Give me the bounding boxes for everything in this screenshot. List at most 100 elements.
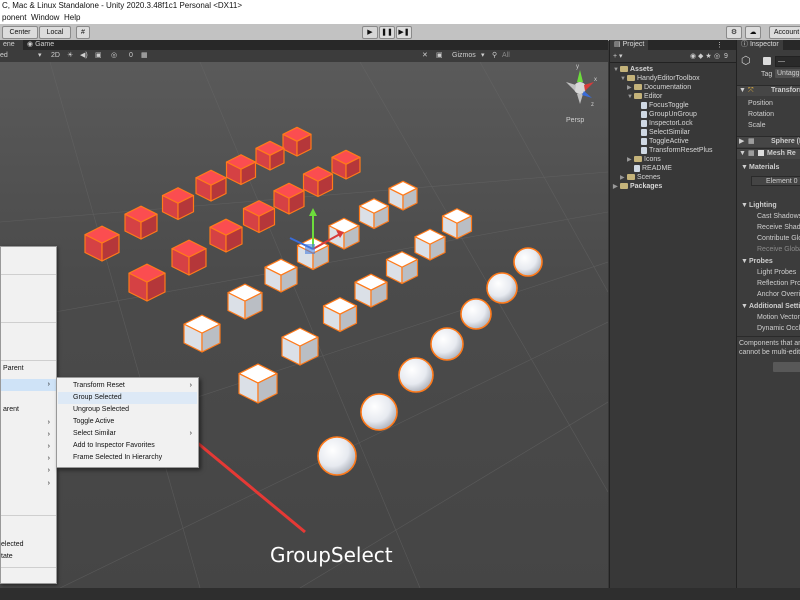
account-button[interactable]: Account <box>769 26 800 39</box>
red-cube[interactable] <box>282 126 312 157</box>
white-cube[interactable] <box>227 283 263 320</box>
tab-scene[interactable]: ene <box>0 40 23 50</box>
grid-snap-button[interactable]: # <box>76 26 90 39</box>
cloud-button[interactable]: ☁ <box>745 26 761 39</box>
menu-item-window[interactable]: Window <box>31 12 59 24</box>
add-component-button[interactable] <box>773 362 800 372</box>
shading-dropdown-arrow-icon[interactable]: ▾ <box>38 51 42 60</box>
white-cube[interactable] <box>322 297 358 333</box>
white-cube[interactable] <box>414 228 446 261</box>
element-0-field[interactable]: Element 0 <box>751 176 800 186</box>
gizmos-dropdown[interactable]: Gizmos <box>452 51 476 60</box>
context-item-submenu-f[interactable]: › <box>1 478 56 490</box>
foldout-icon[interactable]: ▼ <box>739 86 746 95</box>
submenu-item-ungroup-selected[interactable]: Ungroup Selected <box>57 404 198 416</box>
red-cube[interactable] <box>331 149 361 180</box>
pause-button[interactable]: ❚❚ <box>379 26 395 39</box>
lighting-icon[interactable]: ☀ <box>67 51 73 60</box>
tree-item-inspectorlock[interactable]: InspectorLock <box>641 119 693 128</box>
tools-icon[interactable]: ✕ <box>422 51 428 60</box>
white-cube[interactable] <box>385 251 419 285</box>
orientation-gizmo[interactable]: y x z <box>566 64 597 108</box>
context-item-selected[interactable]: elected <box>1 539 56 551</box>
collapse-icon[interactable]: ▶ <box>627 156 634 165</box>
play-button[interactable]: ▶ <box>362 26 378 39</box>
white-cube[interactable] <box>264 258 298 293</box>
pivot-center-button[interactable]: Center <box>2 26 38 39</box>
context-item-submenu-c[interactable]: › <box>1 441 56 453</box>
submenu-item-transform-reset[interactable]: Transform Reset › <box>57 380 198 392</box>
tag-dropdown[interactable]: Untagg <box>775 69 800 78</box>
foldout-icon[interactable]: ▼ <box>741 201 748 210</box>
expand-icon[interactable]: ▼ <box>627 93 634 102</box>
sphere[interactable] <box>317 436 357 476</box>
enabled-checkbox[interactable] <box>758 150 764 156</box>
red-cube[interactable] <box>84 225 120 262</box>
tab-project[interactable]: ▤ Project <box>610 40 649 50</box>
white-cube[interactable] <box>354 273 388 308</box>
white-cube[interactable] <box>388 180 418 211</box>
active-checkbox[interactable] <box>763 57 771 65</box>
white-cube[interactable] <box>328 217 360 250</box>
red-cube[interactable] <box>302 166 334 198</box>
gizmos-arrow-icon[interactable]: ▾ <box>481 51 485 60</box>
context-item-submenu-b[interactable]: › <box>1 429 56 441</box>
pivot-local-button[interactable]: Local <box>39 26 71 39</box>
context-item-parent[interactable]: Parent <box>1 363 58 375</box>
perspective-label[interactable]: Persp <box>566 117 584 124</box>
sphere[interactable] <box>360 393 398 431</box>
foldout-icon[interactable]: ▶ <box>739 137 744 146</box>
tree-item-groupungroup[interactable]: GroupUnGroup <box>641 110 697 119</box>
context-item-handy-toolbox[interactable]: › <box>1 379 56 391</box>
step-button[interactable]: ▶❚ <box>396 26 412 39</box>
submenu-item-select-similar[interactable]: Select Similar › <box>57 428 198 440</box>
tree-item-selectsimilar[interactable]: SelectSimilar <box>641 128 690 137</box>
sphere[interactable] <box>398 357 434 393</box>
add-asset-icon[interactable]: + ▾ <box>613 52 623 61</box>
submenu-item-add-favorites[interactable]: Add to Inspector Favorites <box>57 440 198 452</box>
white-cube[interactable] <box>441 208 473 240</box>
context-item-submenu-d[interactable]: › <box>1 453 56 465</box>
name-field[interactable]: — <box>775 56 800 67</box>
shading-mode-dropdown[interactable]: ed <box>0 51 8 60</box>
scene-viewport[interactable]: y x z Persp GroupSelect <box>0 62 608 588</box>
red-cube[interactable] <box>171 239 207 276</box>
menu-item-help[interactable]: Help <box>64 12 80 24</box>
red-cube[interactable] <box>273 182 305 215</box>
sphere[interactable] <box>460 298 492 330</box>
tab-game[interactable]: ◉ Game <box>24 40 57 50</box>
red-cube[interactable] <box>242 200 276 234</box>
context-item-submenu-a[interactable]: › <box>1 417 56 429</box>
camera-icon[interactable]: ▣ <box>436 51 443 60</box>
collapse-icon[interactable]: ▶ <box>613 183 620 192</box>
panel-menu-icon[interactable]: ⋮ <box>716 41 723 50</box>
scene-search-input[interactable]: All <box>502 51 510 60</box>
tree-item-transformresetplus[interactable]: TransformResetPlus <box>641 146 713 155</box>
red-cube[interactable] <box>209 218 243 253</box>
expand-icon[interactable]: ▼ <box>620 75 627 84</box>
white-cube[interactable] <box>183 314 221 353</box>
red-cube[interactable] <box>195 169 227 202</box>
foldout-icon[interactable]: ▼ <box>741 163 748 172</box>
tree-item-focustoggle[interactable]: FocusToggle <box>641 101 689 110</box>
menu-item-component[interactable]: ponent <box>2 12 26 24</box>
red-cube[interactable] <box>161 187 195 221</box>
red-cube[interactable] <box>255 140 285 171</box>
eye-icon[interactable]: ◎ <box>714 52 720 61</box>
tree-item-packages[interactable]: ▶ Packages <box>613 182 662 192</box>
tree-item-readme[interactable]: README <box>634 164 672 173</box>
expand-icon[interactable]: ▼ <box>613 66 620 75</box>
filter-icon[interactable]: ◉ ◆ ★ <box>690 52 712 61</box>
foldout-icon[interactable]: ▼ <box>741 257 748 266</box>
foldout-icon[interactable]: ▼ <box>739 149 746 158</box>
collab-button[interactable]: ⚙ <box>726 26 742 39</box>
tree-item-toggleactive[interactable]: ToggleActive <box>641 137 689 146</box>
submenu-item-frame-hierarchy[interactable]: Frame Selected In Hierarchy <box>57 452 198 464</box>
red-cube[interactable] <box>128 263 166 302</box>
audio-icon[interactable]: ◀) <box>80 51 88 60</box>
sphere[interactable] <box>486 272 518 304</box>
context-item-unparent[interactable]: arent <box>1 404 58 416</box>
scene-canvas[interactable]: y x z Persp <box>0 62 608 588</box>
sphere[interactable] <box>513 247 543 277</box>
red-cube[interactable] <box>225 154 257 186</box>
